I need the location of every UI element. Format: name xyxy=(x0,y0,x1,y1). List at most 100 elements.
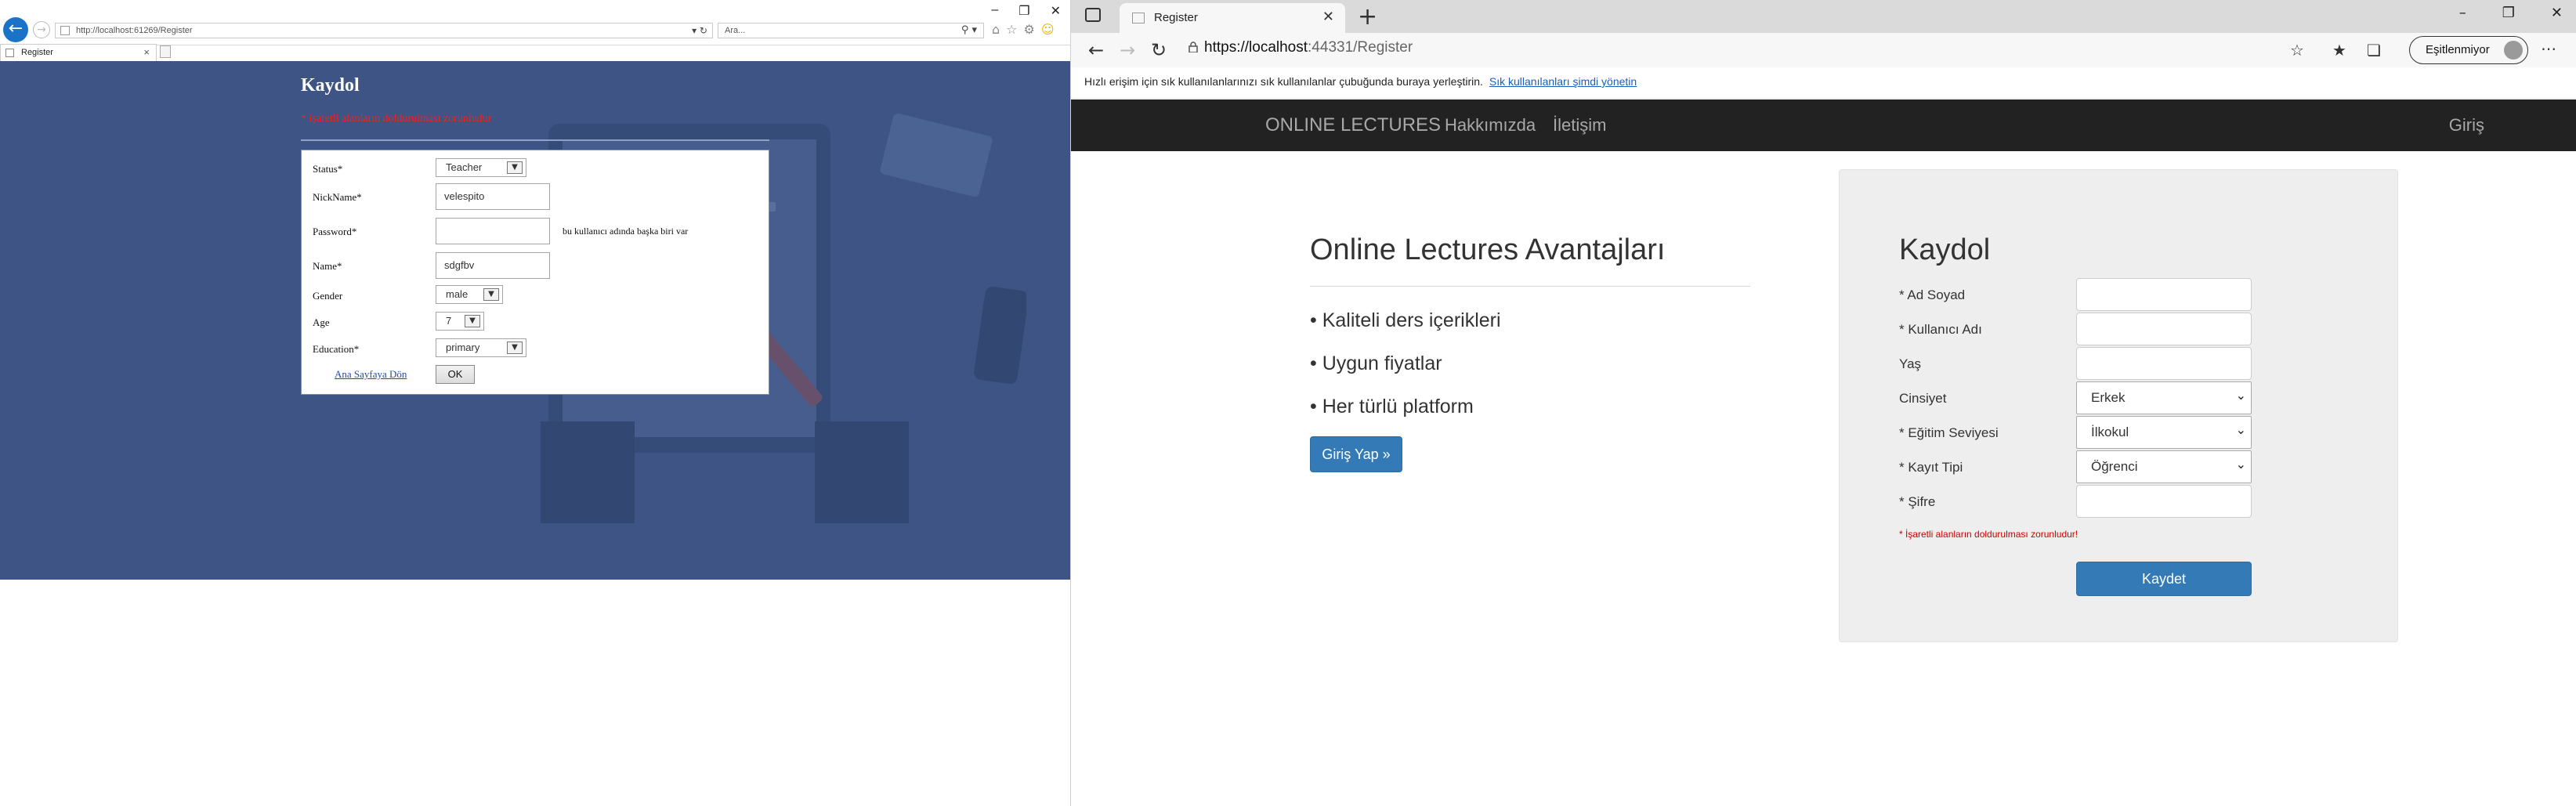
restore-icon[interactable]: ❐ xyxy=(2502,5,2515,21)
type-label: * Kayıt Tipi xyxy=(1899,460,1963,475)
nav-link-contact[interactable]: İletişim xyxy=(1553,115,1606,136)
password-input[interactable] xyxy=(2076,485,2252,518)
edge-nav-bar: ← → ↻ https://localhost:44331/Register ☆… xyxy=(1071,33,2576,67)
age-value: 7 xyxy=(446,315,452,327)
more-icon[interactable]: ⋯ xyxy=(2541,39,2556,58)
password-label: * Şifre xyxy=(1899,494,1936,509)
ie-search-placeholder: Ara... xyxy=(725,26,746,35)
dropdown-refresh-icon[interactable]: ▾ ↻ xyxy=(692,25,707,36)
fullname-label: * Ad Soyad xyxy=(1899,287,1966,302)
register-form: Status* Teacher ▼ NickName* velespito Pa… xyxy=(301,150,769,395)
forward-arrow-icon[interactable]: → xyxy=(33,21,50,38)
register-title: Kaydol xyxy=(1899,233,1991,266)
status-value: Teacher xyxy=(446,161,483,173)
divider xyxy=(301,139,769,141)
ie-page: Kaydol * işaretli alanların doldurulması… xyxy=(0,61,1070,580)
url-rest: :44331/Register xyxy=(1308,39,1413,56)
status-select[interactable]: Teacher ▼ xyxy=(436,158,526,177)
favorites-manage-link[interactable]: Sık kullanılanları şimdi yönetin xyxy=(1489,75,1637,88)
username-input[interactable] xyxy=(2076,313,2252,345)
close-icon[interactable]: × xyxy=(143,46,150,58)
forward-arrow-icon[interactable]: → xyxy=(1120,39,1135,61)
education-row: * Eğitim Seviyesi İlkokul ⌄ xyxy=(1899,416,2252,450)
education-select[interactable]: İlkokul ⌄ xyxy=(2076,416,2252,449)
ie-window: – ❐ ✕ ← → http://localhost:61269/Registe… xyxy=(0,0,1070,580)
age-row: Yaş xyxy=(1899,347,2252,381)
lock-icon[interactable] xyxy=(1189,42,1198,52)
gender-select[interactable]: Erkek ⌄ xyxy=(2076,381,2252,414)
ie-tab[interactable]: Register × xyxy=(0,44,157,61)
edge-tab-title: Register xyxy=(1154,11,1198,24)
age-label: Age xyxy=(313,316,330,328)
home-link[interactable]: Ana Sayfaya Dön xyxy=(335,368,407,381)
collections-icon[interactable]: ❏ xyxy=(2367,41,2381,60)
chevron-down-icon: ⌄ xyxy=(2235,457,2246,472)
add-favorite-icon[interactable]: ☆ xyxy=(2290,41,2304,60)
smiley-icon[interactable]: ☺ xyxy=(1041,22,1055,37)
ie-search-box[interactable]: Ara... ⚲ ▾ xyxy=(718,23,984,38)
back-arrow-icon[interactable]: ← xyxy=(1088,39,1104,61)
avatar xyxy=(2504,41,2523,60)
nickname-row: NickName* velespito xyxy=(302,182,770,210)
ok-button[interactable]: OK xyxy=(436,365,475,384)
type-select[interactable]: Öğrenci ⌄ xyxy=(2076,450,2252,483)
gender-label: Gender xyxy=(313,290,343,302)
restore-icon[interactable]: ❐ xyxy=(1018,3,1029,19)
advantages-title: Online Lectures Avantajları xyxy=(1310,233,1666,266)
page-icon xyxy=(5,49,14,57)
gear-icon[interactable]: ⚙ xyxy=(1024,22,1035,37)
fullname-input[interactable] xyxy=(2076,278,2252,311)
favorites-bar: Hızlı erişim için sık kullanılanlarınızı… xyxy=(1071,67,2576,99)
edge-tab-bar: Register ✕ + – ❐ ✕ xyxy=(1071,0,2576,33)
password-hint: bu kullanıcı adında başka biri var xyxy=(563,226,689,237)
chevron-down-icon: ▼ xyxy=(507,161,523,174)
actions-row: Ana Sayfaya Dön OK xyxy=(302,365,770,389)
site-brand[interactable]: ONLINE LECTURES xyxy=(1265,114,1441,136)
favorites-icon[interactable]: ★ xyxy=(2332,41,2346,60)
edge-tab[interactable]: Register ✕ xyxy=(1120,3,1345,33)
new-tab-icon[interactable]: + xyxy=(1358,3,1377,31)
page-icon xyxy=(1132,13,1145,23)
gender-select[interactable]: male ▼ xyxy=(436,285,503,304)
education-value: İlkokul xyxy=(2091,425,2129,439)
ie-tools: ⌂ ☆ ⚙ ☺ xyxy=(992,22,1055,37)
close-icon[interactable]: ✕ xyxy=(1322,9,1334,25)
chevron-down-icon: ⌄ xyxy=(2235,422,2246,437)
ie-url-text: http://localhost:61269/Register xyxy=(76,26,193,35)
minimize-icon[interactable]: – xyxy=(991,3,998,19)
nav-link-login[interactable]: Giriş xyxy=(2449,115,2484,136)
status-row: Status* Teacher ▼ xyxy=(302,158,770,182)
close-icon[interactable]: ✕ xyxy=(1051,3,1061,19)
tab-actions-icon[interactable] xyxy=(1085,8,1101,22)
fullname-row: * Ad Soyad xyxy=(1899,278,2252,313)
edge-address-bar[interactable]: https://localhost:44331/Register xyxy=(1204,39,1413,56)
gender-row: Cinsiyet Erkek ⌄ xyxy=(1899,381,2252,416)
save-button[interactable]: Kaydet xyxy=(2076,562,2252,596)
nav-link-about[interactable]: Hakkımızda xyxy=(1445,115,1536,136)
age-select[interactable]: 7 ▼ xyxy=(436,312,484,331)
nickname-label: NickName* xyxy=(313,191,362,203)
education-select[interactable]: primary ▼ xyxy=(436,338,526,357)
name-input[interactable]: sdgfbv xyxy=(436,252,550,279)
minimize-icon[interactable]: – xyxy=(2459,5,2466,21)
age-input[interactable] xyxy=(2076,347,2252,380)
gender-row: Gender male ▼ xyxy=(302,285,770,309)
password-input[interactable] xyxy=(436,218,550,244)
home-icon[interactable]: ⌂ xyxy=(992,22,1000,37)
favorites-bar-text: Hızlı erişim için sık kullanılanlarınızı… xyxy=(1084,75,1483,88)
back-arrow-icon[interactable]: ← xyxy=(3,17,28,42)
gender-value: Erkek xyxy=(2091,390,2126,405)
page-icon xyxy=(60,26,70,35)
profile-button[interactable]: Eşitlenmiyor xyxy=(2409,36,2528,64)
refresh-icon[interactable]: ↻ xyxy=(1151,39,1167,61)
edge-window-controls: – ❐ ✕ xyxy=(2459,5,2563,21)
nickname-input[interactable]: velespito xyxy=(436,183,550,210)
star-icon[interactable]: ☆ xyxy=(1006,22,1017,37)
login-button[interactable]: Giriş Yap » xyxy=(1310,436,1402,472)
search-icon[interactable]: ⚲ ▾ xyxy=(961,24,977,36)
new-tab-icon[interactable] xyxy=(160,45,171,58)
ie-address-bar[interactable]: http://localhost:61269/Register ▾ ↻ xyxy=(55,23,713,38)
chevron-down-icon: ▼ xyxy=(465,315,480,327)
name-label: Name* xyxy=(313,260,342,272)
close-icon[interactable]: ✕ xyxy=(2551,5,2563,21)
